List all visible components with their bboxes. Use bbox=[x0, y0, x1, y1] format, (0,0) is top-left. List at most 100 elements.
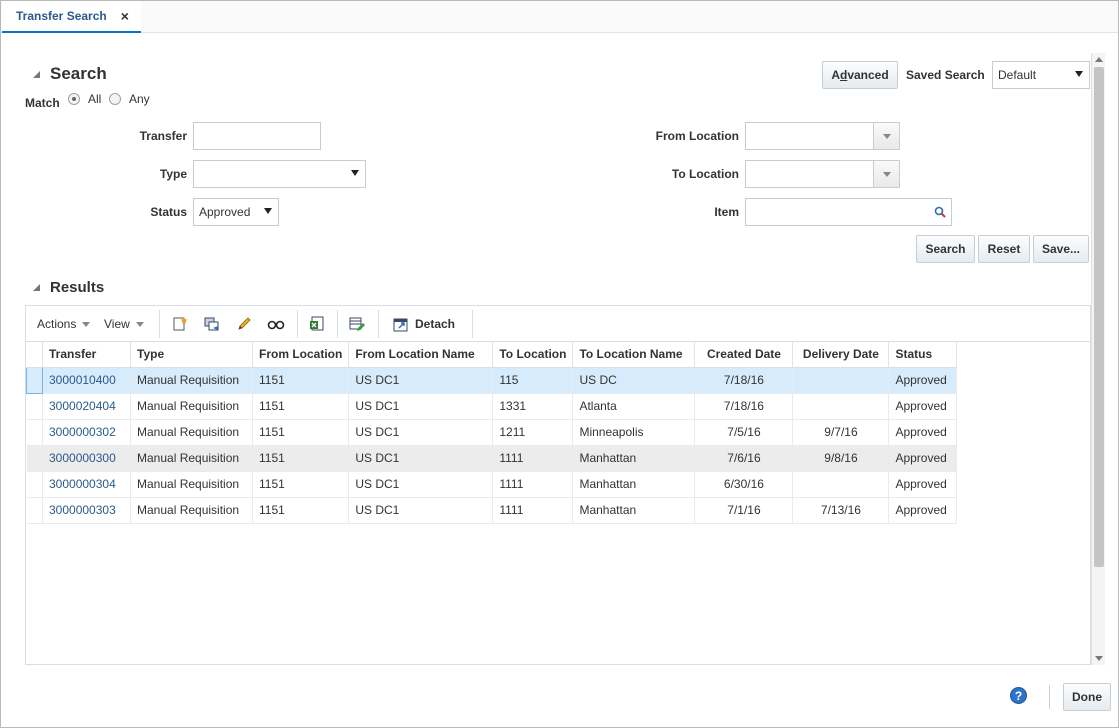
cell-transfer[interactable]: 3000000303 bbox=[42, 497, 131, 524]
advanced-label-a: A bbox=[831, 68, 840, 82]
column-header-status[interactable]: Status bbox=[888, 342, 958, 368]
footer-divider bbox=[1049, 685, 1050, 709]
cell-delivery-date: 9/7/16 bbox=[792, 419, 890, 446]
chevron-down-icon bbox=[135, 321, 144, 327]
cell-status: Approved bbox=[888, 393, 958, 420]
help-icon[interactable]: ? bbox=[1010, 687, 1027, 704]
transfer-label: Transfer bbox=[139, 129, 187, 143]
results-toolbar: Actions View Detach bbox=[26, 306, 1090, 342]
disclosure-triangle-icon[interactable] bbox=[33, 70, 40, 78]
table-row[interactable]: 3000000303 Manual Requisition 1151 US DC… bbox=[26, 497, 958, 524]
row-selector[interactable] bbox=[26, 497, 43, 524]
edit-icon[interactable] bbox=[236, 306, 252, 342]
transfer-link[interactable]: 3000000302 bbox=[49, 425, 116, 439]
column-header-to-location[interactable]: To Location bbox=[492, 342, 574, 368]
view-menu[interactable]: View bbox=[104, 306, 144, 342]
cell-to-location: 1111 bbox=[492, 445, 574, 472]
cell-from-location: 1151 bbox=[252, 419, 350, 446]
transfer-link[interactable]: 3000000303 bbox=[49, 503, 116, 517]
table-row[interactable]: 3000020404 Manual Requisition 1151 US DC… bbox=[26, 393, 958, 420]
from-location-dropdown-button[interactable] bbox=[873, 123, 899, 149]
column-header-from-location-name[interactable]: From Location Name bbox=[348, 342, 494, 368]
type-label: Type bbox=[159, 167, 187, 181]
column-header-created-date[interactable]: Created Date bbox=[694, 342, 794, 368]
scrollbar-thumb[interactable] bbox=[1094, 67, 1104, 567]
transfer-link[interactable]: 3000000304 bbox=[49, 477, 116, 491]
column-header-type[interactable]: Type bbox=[130, 342, 253, 368]
cell-to-location: 1111 bbox=[492, 497, 574, 524]
cell-transfer[interactable]: 3000020404 bbox=[42, 393, 131, 420]
row-selector[interactable] bbox=[26, 393, 43, 420]
saved-search-select[interactable]: Default bbox=[992, 61, 1090, 89]
tab-bar: Transfer Search × bbox=[1, 1, 1118, 33]
create-from-existing-icon[interactable] bbox=[204, 306, 220, 342]
match-any-radio[interactable] bbox=[109, 93, 121, 105]
cell-to-location-name: Manhattan bbox=[572, 471, 696, 498]
cell-to-location-name: US DC bbox=[572, 367, 696, 394]
table-row[interactable]: 3000000302 Manual Requisition 1151 US DC… bbox=[26, 419, 958, 446]
results-section-header[interactable]: Results bbox=[33, 279, 104, 296]
cell-delivery-date bbox=[792, 471, 890, 498]
table-row[interactable]: 3000000304 Manual Requisition 1151 US DC… bbox=[26, 471, 958, 498]
saved-search-label: Saved Search bbox=[906, 68, 985, 82]
actions-menu[interactable]: Actions bbox=[37, 306, 91, 342]
cell-transfer[interactable]: 3000000304 bbox=[42, 471, 131, 498]
status-select[interactable]: Approved bbox=[193, 198, 279, 226]
cell-transfer[interactable]: 3000000302 bbox=[42, 419, 131, 446]
to-location-dropdown-button[interactable] bbox=[873, 161, 899, 187]
row-selector[interactable] bbox=[26, 445, 43, 472]
cell-transfer[interactable]: 3000000300 bbox=[42, 445, 131, 472]
view-icon[interactable] bbox=[267, 306, 285, 342]
cell-from-location-name: US DC1 bbox=[348, 445, 494, 472]
reset-button[interactable]: Reset bbox=[978, 235, 1030, 263]
chevron-down-icon bbox=[351, 170, 359, 176]
row-selector[interactable] bbox=[26, 366, 43, 394]
cell-from-location-name: US DC1 bbox=[348, 367, 494, 394]
transfer-link[interactable]: 3000020404 bbox=[49, 399, 116, 413]
search-section-header[interactable]: Search bbox=[33, 64, 107, 84]
transfer-input[interactable] bbox=[193, 122, 321, 150]
close-icon[interactable]: × bbox=[121, 8, 129, 24]
column-header-from-location[interactable]: From Location bbox=[252, 342, 350, 368]
advanced-label-mnemonic: d bbox=[839, 68, 848, 82]
match-all-radio[interactable] bbox=[68, 93, 80, 105]
transfer-link[interactable]: 3000010400 bbox=[49, 373, 116, 387]
from-location-combo[interactable] bbox=[745, 122, 900, 150]
done-button[interactable]: Done bbox=[1063, 683, 1111, 711]
column-header-to-location-name[interactable]: To Location Name bbox=[572, 342, 696, 368]
from-location-label: From Location bbox=[655, 129, 739, 143]
item-input[interactable] bbox=[745, 198, 952, 226]
status-value: Approved bbox=[199, 205, 251, 219]
vertical-scrollbar[interactable] bbox=[1091, 53, 1105, 665]
cell-created-date: 7/6/16 bbox=[694, 445, 794, 472]
transfer-link[interactable]: 3000000300 bbox=[49, 451, 116, 465]
tab-transfer-search[interactable]: Transfer Search × bbox=[2, 1, 141, 33]
table-row[interactable]: 3000010400 Manual Requisition 1151 US DC… bbox=[26, 366, 958, 394]
cell-from-location: 1151 bbox=[252, 471, 350, 498]
chevron-down-icon bbox=[883, 172, 891, 177]
row-selector[interactable] bbox=[26, 471, 43, 498]
advanced-button[interactable]: Ad vanced bbox=[822, 61, 898, 89]
results-table: Transfer Type From Location From Locatio… bbox=[26, 342, 958, 524]
cell-transfer[interactable]: 3000010400 bbox=[42, 367, 131, 394]
table-row[interactable]: 3000000300 Manual Requisition 1151 US DC… bbox=[26, 445, 958, 472]
edit-columns-icon[interactable] bbox=[349, 306, 365, 342]
column-header-delivery-date[interactable]: Delivery Date bbox=[792, 342, 890, 368]
type-select[interactable] bbox=[193, 160, 366, 188]
cell-from-location: 1151 bbox=[252, 497, 350, 524]
column-header-transfer[interactable]: Transfer bbox=[42, 342, 131, 368]
save-search-button[interactable]: Save... bbox=[1033, 235, 1089, 263]
scroll-up-icon[interactable] bbox=[1095, 57, 1103, 62]
create-icon[interactable] bbox=[172, 306, 188, 342]
row-selector[interactable] bbox=[26, 419, 43, 446]
to-location-combo[interactable] bbox=[745, 160, 900, 188]
search-button[interactable]: Search bbox=[916, 235, 975, 263]
scroll-down-icon[interactable] bbox=[1095, 656, 1103, 661]
cell-to-location-name: Minneapolis bbox=[572, 419, 696, 446]
toolbar-divider bbox=[297, 310, 298, 338]
toolbar-divider bbox=[159, 310, 160, 338]
detach-button[interactable]: Detach bbox=[393, 306, 455, 342]
export-excel-icon[interactable] bbox=[309, 306, 325, 342]
disclosure-triangle-icon[interactable] bbox=[33, 284, 40, 291]
search-icon[interactable] bbox=[934, 206, 946, 218]
